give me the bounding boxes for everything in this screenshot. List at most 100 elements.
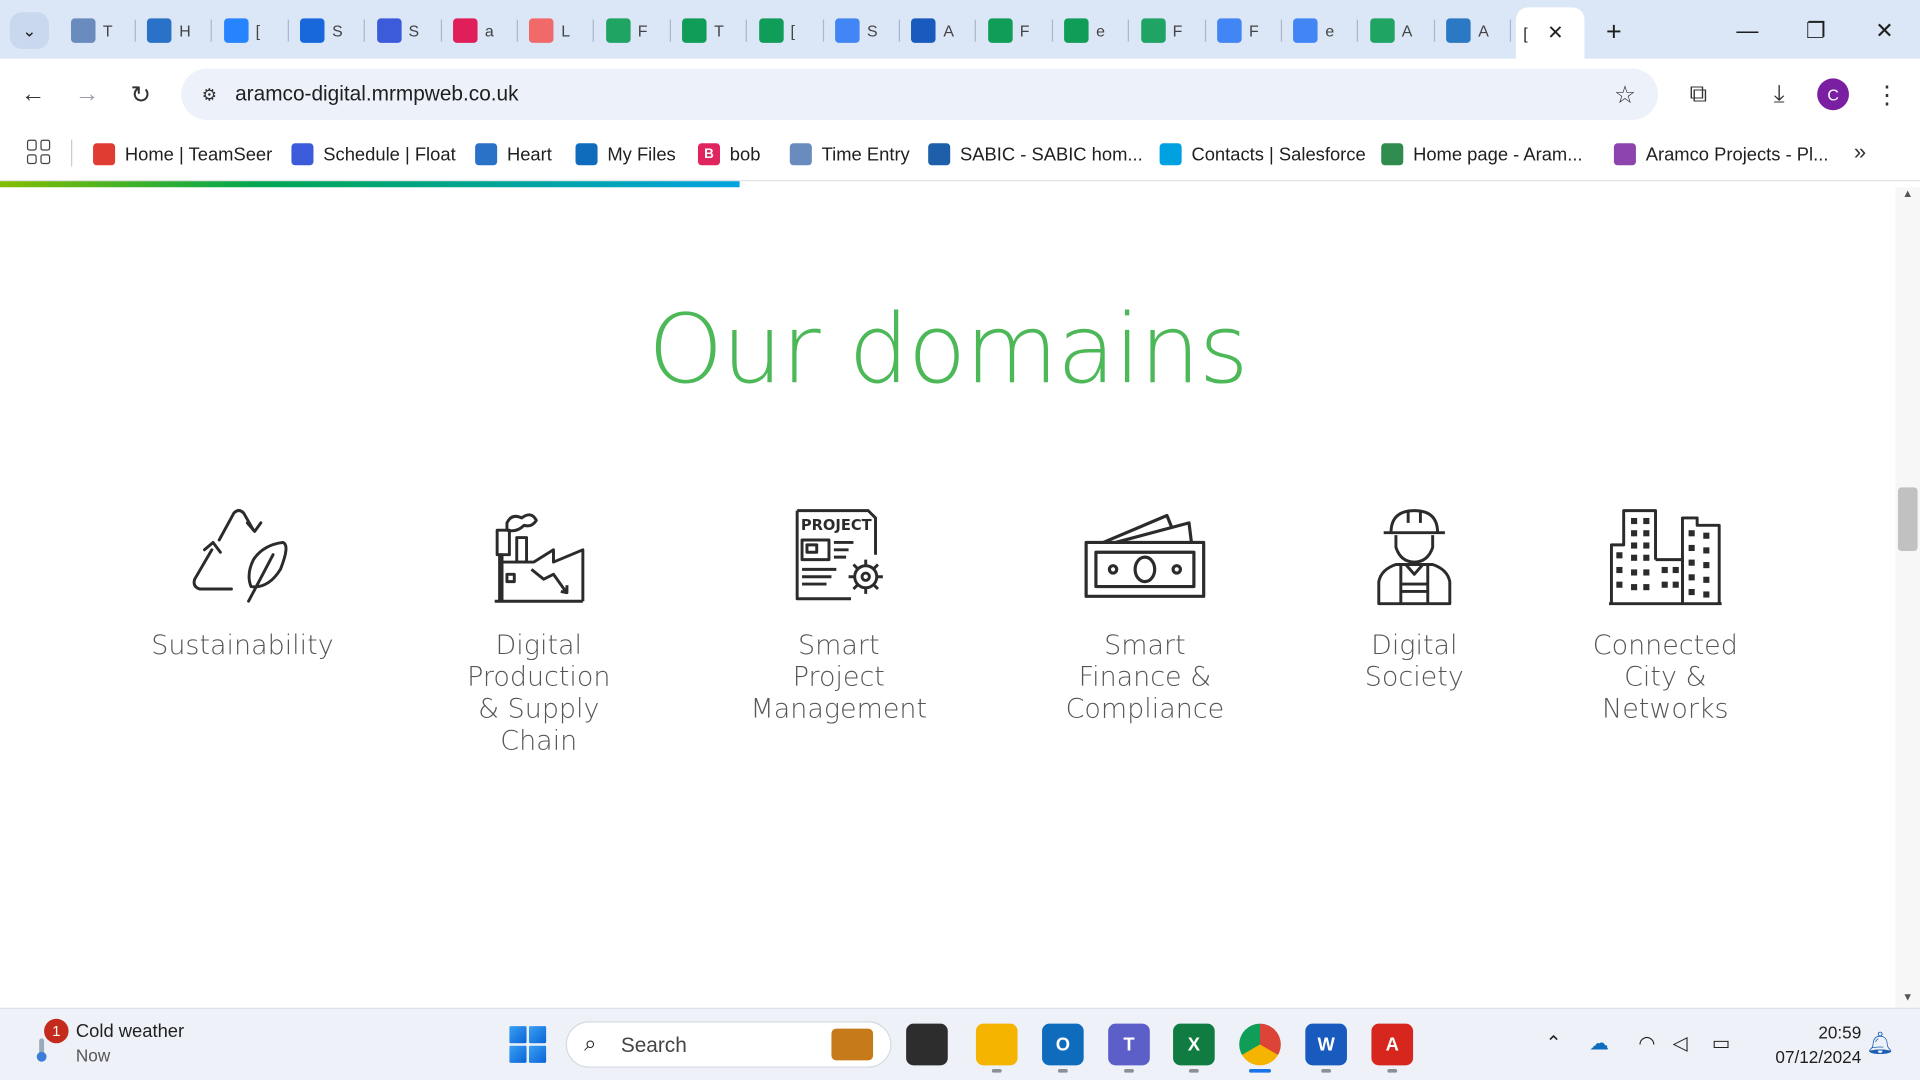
browser-tab[interactable]: L [522,12,593,49]
tab-separator [1280,19,1283,42]
domain-digital-production[interactable]: Digital Production & Supply Chain [441,506,637,758]
domain-sustainability[interactable]: Sustainability [144,506,340,663]
browser-tab[interactable]: A [1439,12,1510,49]
domain-label: Sustainability [151,630,334,662]
taskbar-search[interactable]: ⌕ Search [565,1021,892,1068]
teams-icon[interactable]: T [1108,1023,1150,1066]
word-icon[interactable]: W [1305,1023,1347,1066]
date: 07/12/2024 [1775,1046,1862,1067]
scroll-down-icon[interactable]: ▼ [1896,991,1920,1008]
scrollbar-thumb[interactable] [1897,487,1918,552]
weather-subtitle: Now [75,1045,111,1066]
minimize-icon[interactable]: — [1729,12,1766,49]
tab-separator [440,19,442,42]
new-tab-button[interactable]: + [1597,15,1631,49]
browser-tab[interactable]: T [675,12,746,49]
tab-title: T [714,21,724,40]
close-window-icon[interactable]: ✕ [1866,12,1903,49]
onedrive-icon[interactable]: ☁ [1589,1031,1609,1055]
address-bar[interactable]: ⚙ aramco-digital.mrmpweb.co.uk ☆ [181,68,1658,121]
browser-tab[interactable]: [ [216,12,287,49]
browser-tab[interactable]: S [828,12,899,49]
docs-icon [1217,18,1242,43]
browser-tab[interactable]: A [1363,12,1434,49]
bookmark-item[interactable]: SABIC - SABIC hom... [928,137,1143,171]
file-explorer-icon[interactable] [975,1023,1018,1066]
domain-smart-project-management[interactable]: PROJECT Smart Project Management [735,506,943,726]
chevron-down-icon: ⌄ [22,20,37,40]
bookmark-label: Heart [506,143,552,165]
chevron-up-icon[interactable]: ⌃ [1545,1031,1561,1055]
bookmark-item[interactable]: Heart [475,137,552,171]
weather-widget[interactable]: 1 Cold weather Now [27,1018,247,1070]
bookmark-item[interactable]: Home | TeamSeer [93,137,272,171]
volume-icon[interactable]: ◁ [1673,1031,1688,1055]
url-text[interactable]: aramco-digital.mrmpweb.co.uk [235,82,518,106]
browser-tab[interactable]: S [369,12,440,49]
apps-grid-icon[interactable] [26,139,51,165]
outlook-icon[interactable]: O [1042,1023,1084,1066]
site-settings-icon[interactable]: ⚙ [196,81,223,108]
start-button[interactable] [509,1026,547,1063]
bookmark-star-icon[interactable]: ☆ [1614,80,1636,111]
recycle-leaf-icon [192,509,288,603]
clock[interactable]: 20:59 07/12/2024 [1751,1020,1861,1069]
bookmark-item[interactable]: My Files [575,137,676,171]
salesforce-icon [1159,143,1182,166]
task-view-icon[interactable] [906,1023,948,1066]
bookmark-item[interactable]: Aramco Projects - Pl... [1613,137,1828,171]
browser-tab[interactable]: F [599,12,670,49]
asana-icon [529,18,554,43]
excel-icon[interactable]: X [1173,1023,1215,1066]
domain-label: Smart Project Management [750,630,928,725]
bookmark-item[interactable]: Home page - Aram... [1381,137,1583,171]
domain-connected-city[interactable]: Connected City & Networks [1567,506,1763,726]
browser-tab[interactable]: A [904,12,975,49]
back-icon[interactable]: ← [15,76,52,113]
bookmark-item[interactable]: Contacts | Salesforce [1159,137,1366,171]
city-buildings-icon [1608,509,1722,606]
scroll-up-icon[interactable]: ▲ [1896,187,1920,204]
browser-tab[interactable]: e [1057,12,1128,49]
acrobat-icon[interactable]: A [1371,1023,1414,1066]
browser-tab[interactable]: S [293,12,364,49]
browser-tab[interactable]: [ [751,12,822,49]
menu-icon[interactable]: ⋮ [1869,76,1906,113]
notification-bell-icon[interactable]: 🔔︎ [1866,1031,1894,1057]
battery-icon[interactable]: ▭ [1712,1031,1731,1055]
tab-search-button[interactable]: ⌄ [9,12,49,49]
active-tab[interactable]: [ ✕ [1515,7,1585,59]
browser-tab[interactable]: F [1133,12,1204,49]
restore-icon[interactable]: ❐ [1798,12,1835,49]
browser-tab[interactable]: e [1286,12,1357,49]
browser-tab[interactable]: H [140,12,211,49]
forward-icon[interactable]: → [69,76,106,113]
domain-digital-society[interactable]: Digital Society [1322,506,1506,695]
browser-tab[interactable]: T [64,12,135,49]
chrome-icon[interactable] [1239,1023,1281,1066]
extensions-icon[interactable]: ⧉ [1680,76,1717,113]
browser-tab[interactable]: F [1210,12,1281,49]
bookmark-item[interactable]: Time Entry [789,137,910,171]
domain-smart-finance[interactable]: Smart Finance & Compliance [1029,506,1262,726]
tab-title: F [1172,21,1183,40]
download-icon[interactable]: ⤓ [1761,76,1798,113]
briefcase-icon [831,1028,874,1061]
page-scrollbar[interactable]: ▲ ▼ [1895,187,1920,1008]
wifi-icon[interactable]: ◠ [1638,1031,1655,1055]
jira-icon [223,18,249,43]
docs-icon [1293,18,1319,43]
bookmark-item[interactable]: Bbob [697,137,760,171]
browser-toolbar: ← → ↻ ⚙ aramco-digital.mrmpweb.co.uk ☆ ⧉… [0,58,1920,130]
bookmark-item[interactable]: Schedule | Float [291,137,456,171]
drive-icon [1369,18,1395,43]
profile-avatar[interactable]: C [1817,78,1849,111]
tab-separator [134,19,136,42]
close-icon[interactable]: ✕ [1547,21,1563,45]
factory-icon [494,513,585,603]
more-bookmarks-icon[interactable]: » [1854,140,1866,166]
reload-icon[interactable]: ↻ [122,76,159,113]
browser-tab[interactable]: F [981,12,1052,49]
browser-tab[interactable]: a [446,12,517,49]
tab-title: S [866,21,878,40]
